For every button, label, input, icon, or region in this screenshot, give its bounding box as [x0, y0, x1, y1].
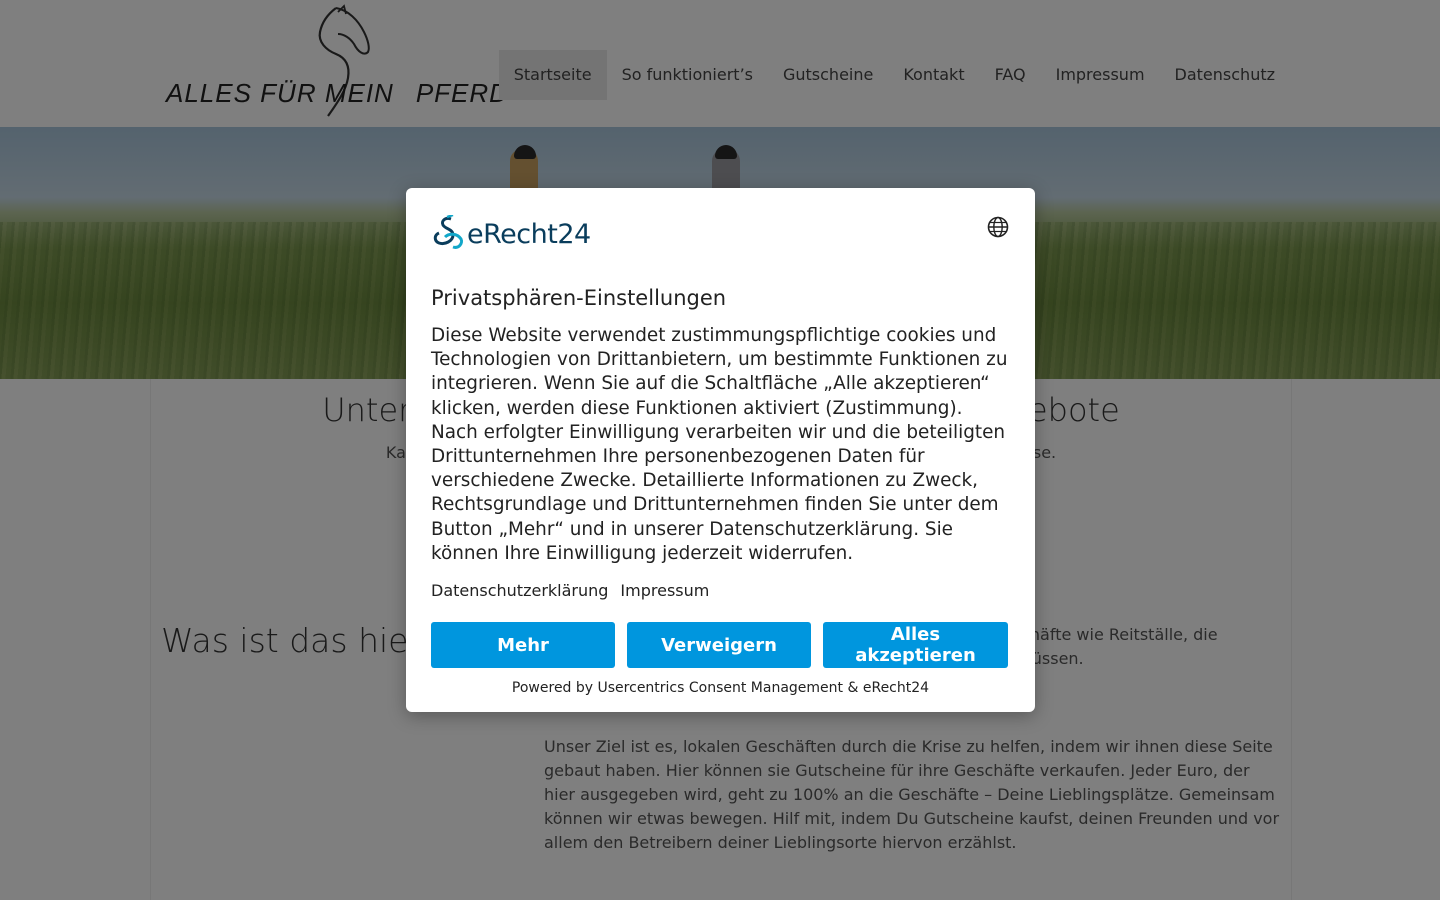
more-button[interactable]: Mehr — [431, 622, 615, 668]
globe-icon[interactable] — [987, 216, 1009, 238]
brand-name: eRecht24 — [467, 218, 591, 250]
accept-all-button[interactable]: Alles akzeptieren — [823, 622, 1008, 668]
dialog-title: Privatsphären-Einstellungen — [431, 286, 727, 310]
dialog-body: Diese Website verwendet zustimmungspflic… — [431, 325, 1008, 564]
deny-button[interactable]: Verweigern — [627, 622, 811, 668]
erecht24-logo: eRecht24 — [431, 214, 591, 254]
consent-dialog: eRecht24 Privatsphären-Einstellungen Die… — [406, 188, 1035, 712]
erecht24-mark-icon — [433, 215, 463, 249]
dialog-links: Datenschutzerklärung Impressum — [431, 581, 709, 600]
powered-by-text: Powered by Usercentrics Consent Manageme… — [511, 680, 930, 696]
imprint-link[interactable]: Impressum — [620, 581, 709, 600]
privacy-policy-link[interactable]: Datenschutzerklärung — [431, 581, 608, 600]
dialog-button-row: Mehr Verweigern Alles akzeptieren — [431, 622, 1008, 668]
